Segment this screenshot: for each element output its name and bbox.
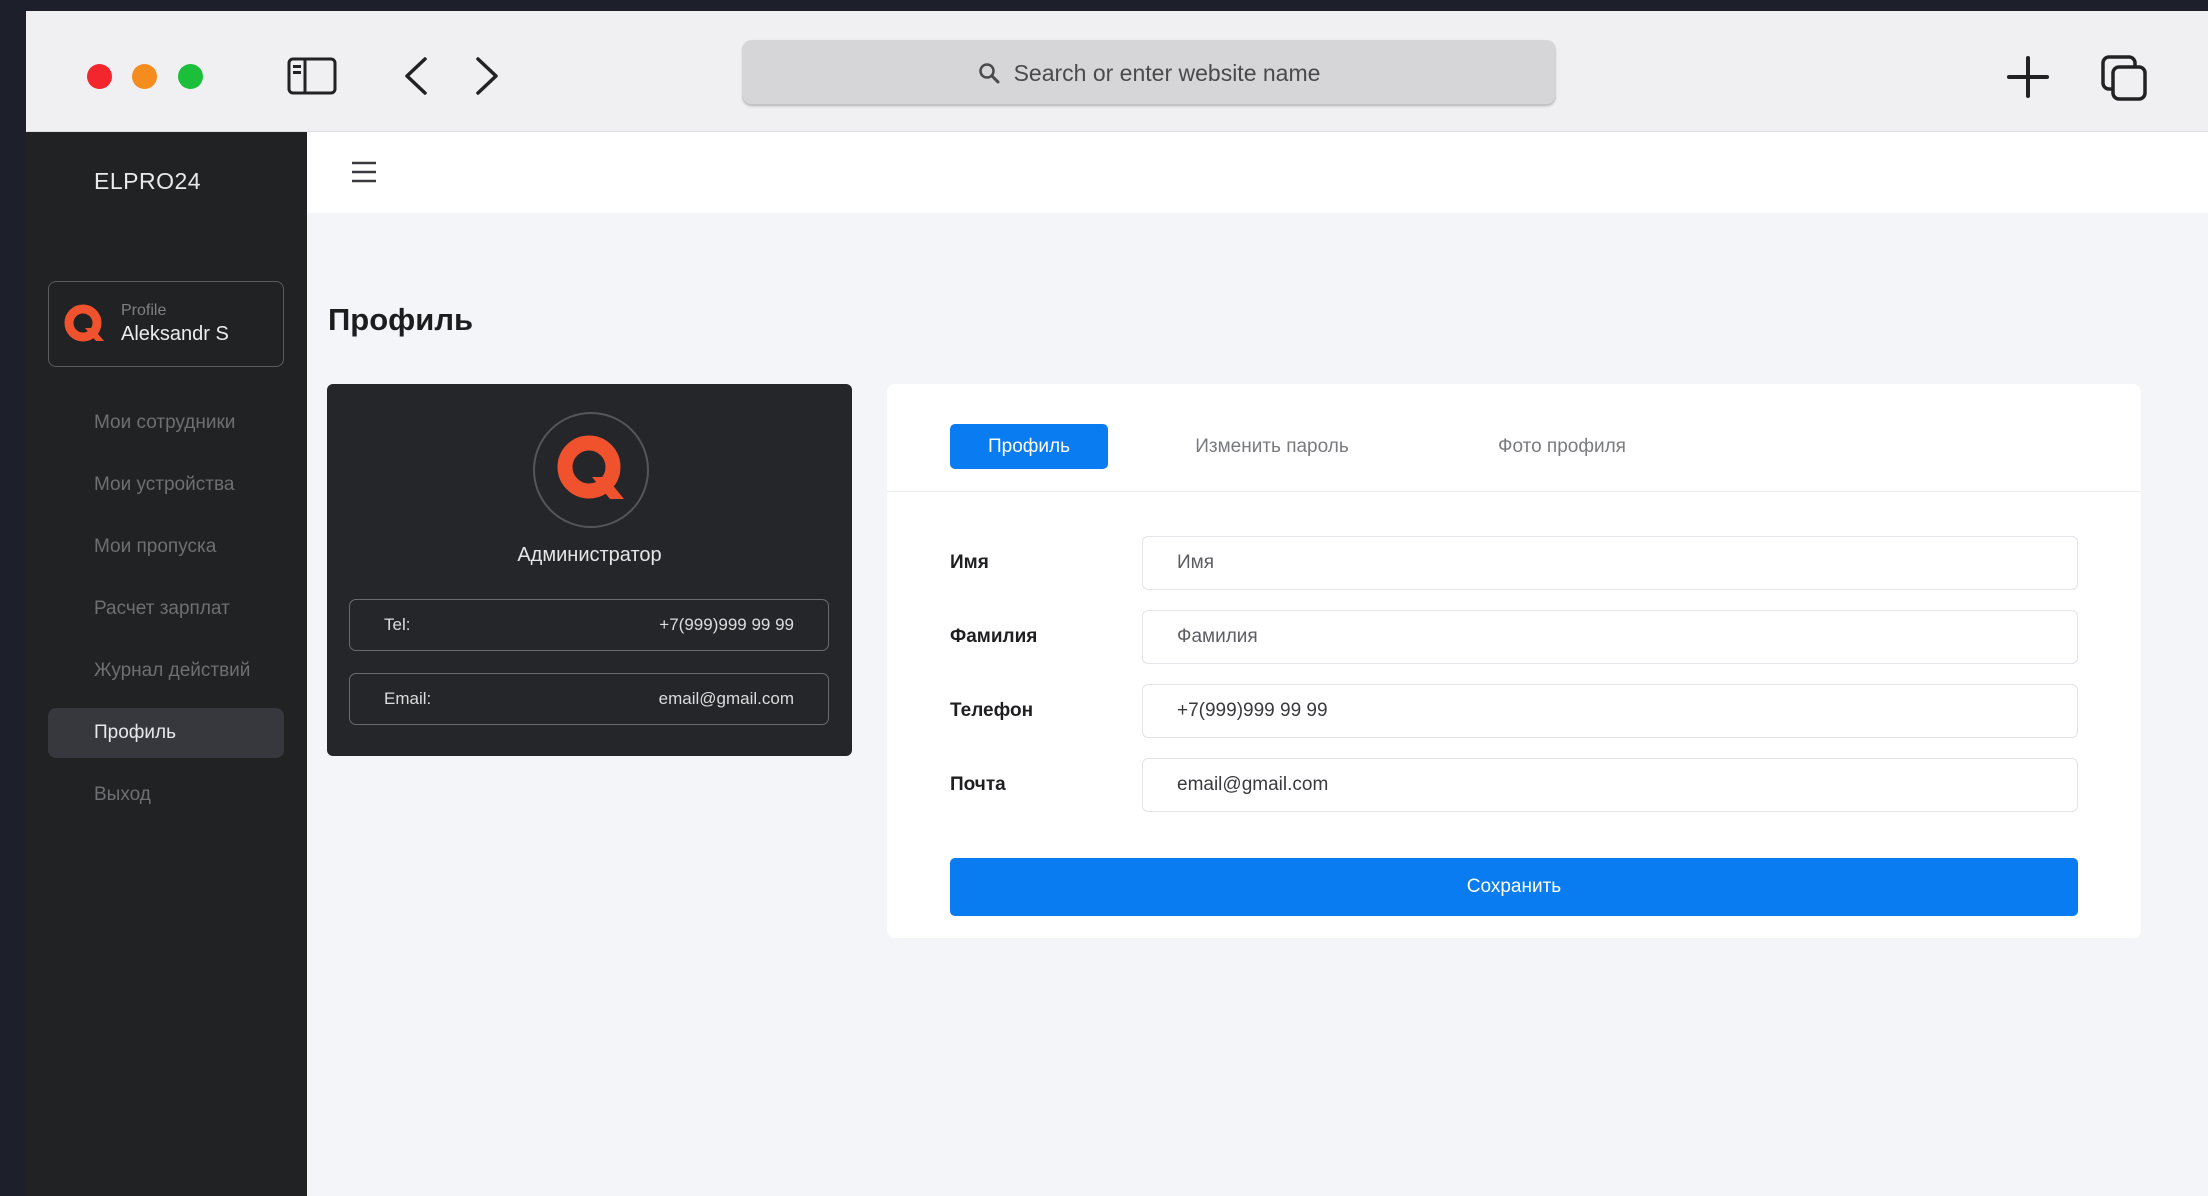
app-topbar xyxy=(307,132,2208,213)
tab-profile[interactable]: Профиль xyxy=(950,424,1108,469)
profile-form: Профиль Изменить пароль Фото профиля Имя… xyxy=(887,384,2141,938)
phone-input[interactable] xyxy=(1142,684,2078,738)
tabs-icon[interactable] xyxy=(2100,54,2148,102)
sidebar-menu: Мои сотрудники Мои устройства Мои пропус… xyxy=(48,398,284,832)
browser-toolbar: Search or enter website name xyxy=(26,11,2208,132)
last-name-label: Фамилия xyxy=(950,626,1038,647)
email-value: email@gmail.com xyxy=(658,689,794,708)
address-bar[interactable]: Search or enter website name xyxy=(742,40,1556,106)
tab-profile-photo[interactable]: Фото профиля xyxy=(1467,424,1657,469)
sidebar-item-devices[interactable]: Мои устройства xyxy=(48,460,284,510)
brand-logo-icon xyxy=(557,435,624,499)
phone-row: Телефон xyxy=(950,684,2078,738)
brand-name: ELPRO24 xyxy=(94,168,202,194)
tab-change-password[interactable]: Изменить пароль xyxy=(1177,424,1367,469)
close-window-button[interactable] xyxy=(87,64,112,89)
minimize-window-button[interactable] xyxy=(132,64,157,89)
avatar xyxy=(533,412,649,528)
sidebar-item-payroll[interactable]: Расчет зарплат xyxy=(48,584,284,634)
form-tabs: Профиль Изменить пароль Фото профиля xyxy=(887,384,2141,492)
first-name-label: Имя xyxy=(950,552,989,573)
last-name-input[interactable] xyxy=(1142,610,2078,664)
email-field-label: Почта xyxy=(950,774,1006,795)
hamburger-menu-icon[interactable] xyxy=(351,160,377,184)
profile-name: Aleksandr S xyxy=(121,323,229,345)
sidebar-item-passes[interactable]: Мои пропуска xyxy=(48,522,284,572)
forward-icon[interactable] xyxy=(472,55,502,97)
last-name-row: Фамилия xyxy=(950,610,2078,664)
maximize-window-button[interactable] xyxy=(178,64,203,89)
phone-info: Tel: +7(999)999 99 99 xyxy=(349,599,829,651)
phone-label: Tel: xyxy=(384,615,411,634)
app-sidebar: ELPRO24 Profile Aleksandr S Мои сотрудни… xyxy=(26,132,307,1196)
admin-card: Администратор Tel: +7(999)999 99 99 Emai… xyxy=(327,384,852,756)
new-tab-icon[interactable] xyxy=(2006,55,2050,99)
sidebar-item-profile[interactable]: Профиль xyxy=(48,708,284,758)
first-name-row: Имя xyxy=(950,536,2078,590)
email-row: Почта xyxy=(950,758,2078,812)
sidebar-item-employees[interactable]: Мои сотрудники xyxy=(48,398,284,448)
first-name-input[interactable] xyxy=(1142,536,2078,590)
sidebar-toggle-icon[interactable] xyxy=(287,57,337,95)
sidebar-item-logout[interactable]: Выход xyxy=(48,770,284,820)
email-label: Email: xyxy=(384,689,432,708)
sidebar-item-activity-log[interactable]: Журнал действий xyxy=(48,646,284,696)
profile-caption: Profile xyxy=(121,302,167,319)
phone-value: +7(999)999 99 99 xyxy=(659,615,794,634)
address-placeholder: Search or enter website name xyxy=(1013,59,1321,86)
page-title: Профиль xyxy=(328,302,474,337)
email-input[interactable] xyxy=(1142,758,2078,812)
save-button[interactable]: Сохранить xyxy=(950,858,2078,916)
back-icon[interactable] xyxy=(401,55,431,97)
brand-logo-icon xyxy=(64,304,104,342)
phone-field-label: Телефон xyxy=(950,700,1034,721)
search-icon xyxy=(978,63,1000,84)
profile-card[interactable]: Profile Aleksandr S xyxy=(48,281,284,367)
email-info: Email: email@gmail.com xyxy=(349,673,829,725)
user-role: Администратор xyxy=(517,544,662,566)
